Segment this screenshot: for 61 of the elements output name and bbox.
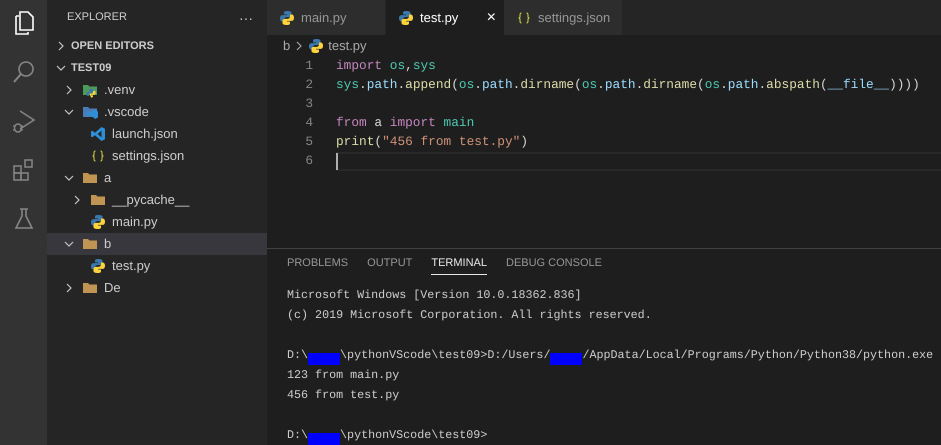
terminal-text: 123 from main.py [287,367,400,384]
panel-tab[interactable]: TERMINAL [431,255,487,275]
close-tab-button[interactable]: × [486,10,496,26]
python-logo-icon [279,10,295,26]
terminal-text: D:\ [287,427,308,444]
line-number: 6 [304,152,313,170]
tree-item[interactable]: test.py [47,255,267,277]
curly-braces-icon [90,148,106,164]
tree-item[interactable]: b [47,233,267,255]
terminal-text: /AppData/Local/Programs/Python/Python38/python.exe [582,347,934,364]
section-header[interactable]: TEST09 [47,57,267,79]
tree-item[interactable]: .venv [47,79,267,101]
terminal-text: 456 from test.py [287,387,400,404]
folder-icon [82,104,98,120]
panel-tab[interactable]: PROBLEMS [287,255,348,275]
tree-item[interactable]: main.py [47,211,267,233]
python-logo-icon [398,10,414,26]
folder-icon [82,82,98,98]
terminal-text: (c) 2019 Microsoft Corporation. All rights reserved. [287,307,652,324]
terminal-text: \pythonVScode\test09>D:/Users/ [340,347,550,364]
redaction-block [550,353,582,365]
editor-tab[interactable]: test.py × [386,0,504,35]
tree-item[interactable]: .vscode [47,101,267,123]
breadcrumb-item[interactable]: b [283,36,290,56]
terminal-text: D:\ [287,347,308,364]
tree-item[interactable]: De [47,277,267,299]
line-number: 5 [304,133,313,152]
panel-tab[interactable]: DEBUG CONSOLE [506,255,602,275]
redaction-block [308,353,340,365]
line-number: 2 [304,76,313,94]
sidebar-title: EXPLORER [67,10,127,26]
more-actions-button[interactable]: ··· [239,10,253,24]
code-line: sys.path.append(os.path.dirname(os.path.dirname(os.path.abspath(__file__)))) [336,76,920,94]
folder-icon [82,170,98,186]
breadcrumb-item[interactable]: test.py [328,36,367,56]
code-line: import os,sys [336,57,436,76]
tree-item[interactable]: launch.json [47,123,267,145]
editor-tab[interactable]: settings.json [504,0,622,35]
terminal-text: \pythonVScode\test09> [340,427,488,444]
python-logo-icon [90,258,106,274]
ribbon-logo-icon [90,126,106,142]
python-logo-icon [308,38,324,54]
line-number: 3 [304,95,313,114]
terminal-text: Microsoft Windows [Version 10.0.18362.836] [287,287,582,304]
panel-tab[interactable]: OUTPUT [367,255,412,275]
curly-braces-icon [516,10,532,26]
tree-item[interactable]: a [47,167,267,189]
code-line: from a import main [336,114,474,132]
text-cursor [336,152,338,170]
python-logo-icon [90,214,106,230]
folder-icon [90,192,106,208]
section-header[interactable]: OPEN EDITORS [47,35,267,57]
folder-icon [82,236,98,252]
line-number: 4 [304,114,313,132]
code-line: print("456 from test.py") [336,133,528,152]
line-number: 1 [304,57,313,76]
editor-tab[interactable]: main.py [267,0,385,35]
tree-item[interactable]: __pycache__ [47,189,267,211]
redaction-block [308,433,340,445]
folder-icon [82,280,98,296]
tree-item[interactable]: settings.json [47,145,267,167]
